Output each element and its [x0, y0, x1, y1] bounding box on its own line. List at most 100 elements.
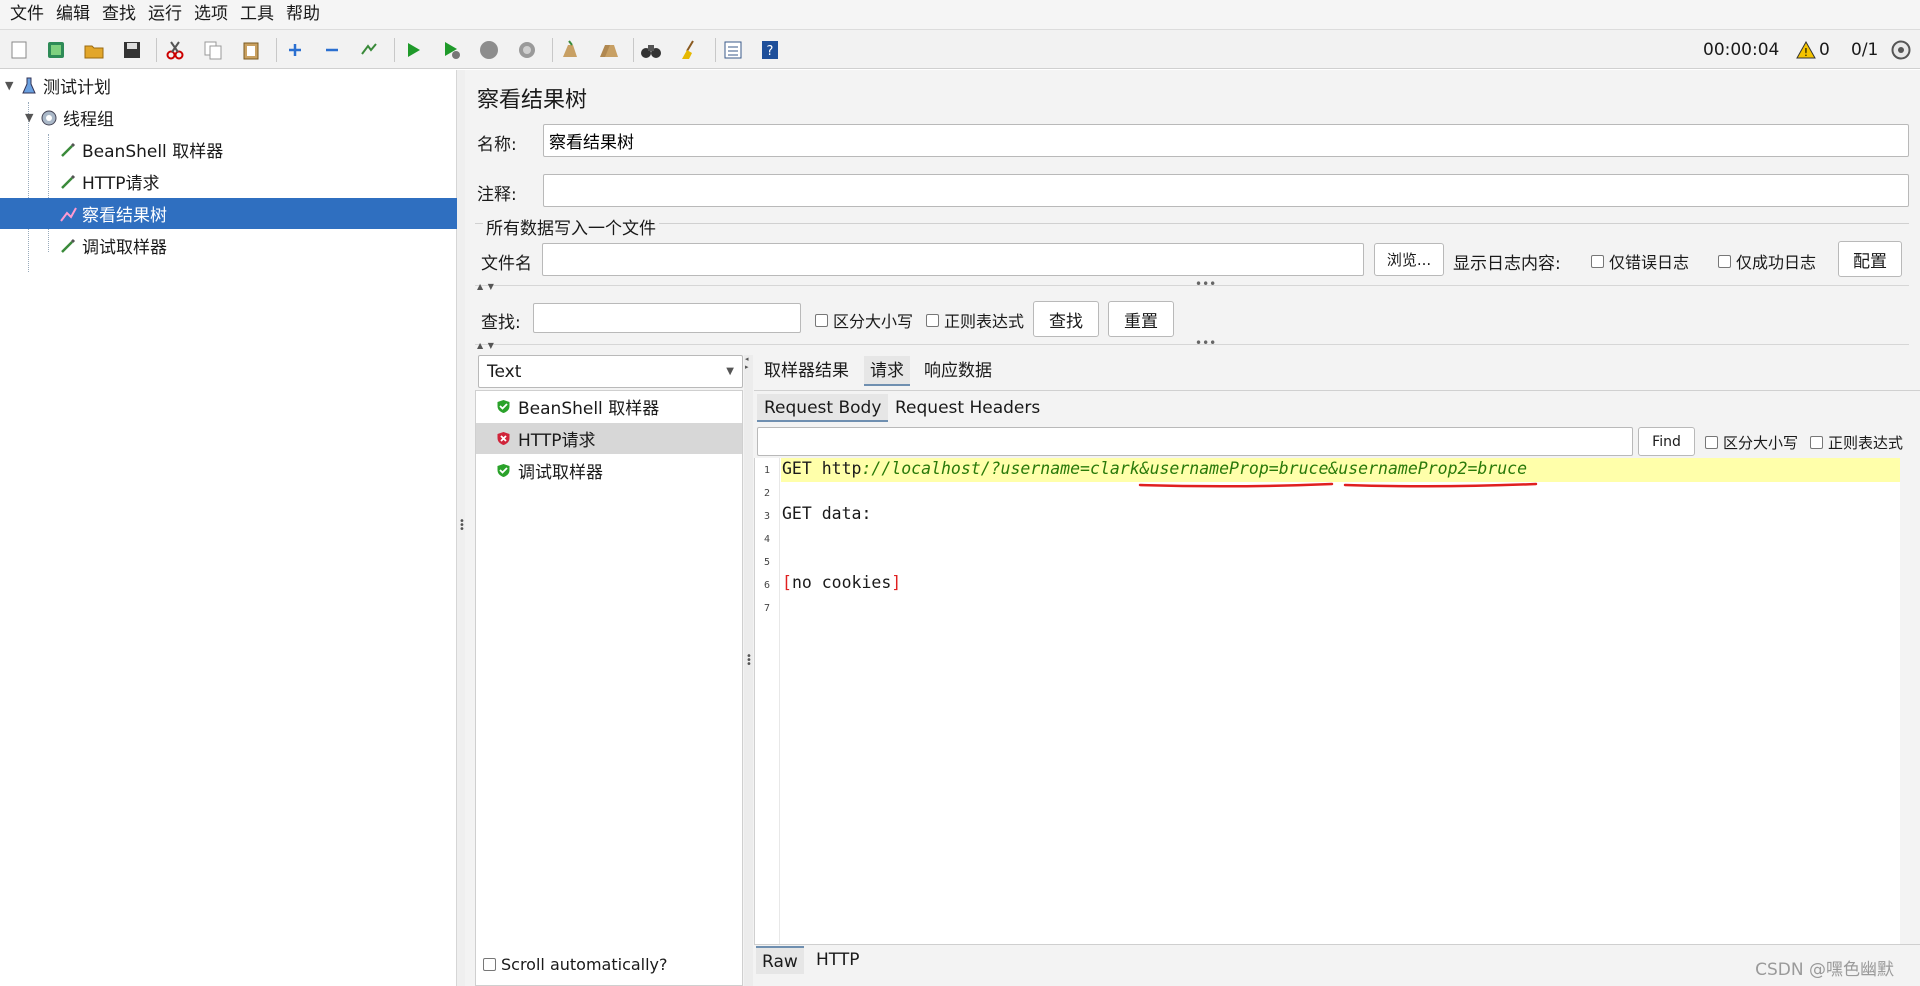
- flask-icon: [19, 76, 39, 96]
- cut-icon[interactable]: [163, 38, 187, 62]
- sample-result-list: BeanShell 取样器 HTTP请求 调试取样器: [475, 390, 743, 986]
- menu-options[interactable]: 选项: [188, 0, 234, 29]
- templates-icon[interactable]: [44, 38, 68, 62]
- paste-icon[interactable]: [239, 38, 263, 62]
- name-label: 名称:: [477, 135, 517, 155]
- binoculars-icon[interactable]: [639, 38, 663, 62]
- remove-icon[interactable]: [320, 38, 344, 62]
- success-shield-icon: [497, 464, 510, 477]
- result-item-beanshell[interactable]: BeanShell 取样器: [476, 391, 742, 422]
- menu-tools[interactable]: 工具: [234, 0, 280, 29]
- toggle-icon[interactable]: [357, 38, 381, 62]
- warning-count: 0: [1819, 40, 1830, 60]
- start-icon[interactable]: [401, 38, 425, 62]
- stop-icon[interactable]: [477, 38, 501, 62]
- editor-find-button[interactable]: Find: [1638, 427, 1695, 456]
- menu-help[interactable]: 帮助: [280, 0, 326, 29]
- editor-scrollbar[interactable]: [1900, 458, 1920, 944]
- help-icon[interactable]: ?: [758, 38, 782, 62]
- open-folder-icon[interactable]: [82, 38, 106, 62]
- gear-icon: [39, 108, 59, 128]
- function-helper-icon[interactable]: [721, 38, 745, 62]
- browse-button[interactable]: 浏览...: [1374, 243, 1444, 276]
- result-item-http-request[interactable]: HTTP请求: [476, 423, 742, 454]
- expand-arrow-icon[interactable]: ▼: [25, 111, 39, 124]
- menu-run[interactable]: 运行: [142, 0, 188, 29]
- name-input[interactable]: [543, 124, 1909, 157]
- tree-item-test-plan[interactable]: ▼ 测试计划: [0, 70, 457, 101]
- warning-indicator[interactable]: ! 0: [1796, 30, 1830, 70]
- tree-item-debug-sampler[interactable]: 调试取样器: [0, 230, 457, 261]
- chevron-down-icon: ▼: [726, 366, 734, 377]
- success-only-checkbox[interactable]: 仅成功日志: [1718, 249, 1816, 273]
- graph-icon: [58, 204, 78, 224]
- search-label: 查找:: [481, 313, 521, 333]
- search-divider[interactable]: ▲ ▼ •••: [475, 277, 1909, 291]
- tree-item-beanshell[interactable]: BeanShell 取样器: [0, 134, 457, 165]
- renderer-select[interactable]: Text ▼: [478, 355, 743, 388]
- detail-splitter[interactable]: ◂ ▸ • • •: [744, 355, 753, 986]
- log-display-label: 显示日志内容:: [1453, 254, 1561, 274]
- test-plan-tree: ▼ 测试计划 ▼ 线程组 BeanShell 取样器 HTTP请求 察看结果树 …: [0, 70, 457, 986]
- search-reset-button[interactable]: 重置: [1108, 301, 1174, 337]
- pipette-icon: [58, 172, 78, 192]
- errors-only-checkbox[interactable]: 仅错误日志: [1591, 249, 1689, 273]
- tree-item-thread-group[interactable]: ▼ 线程组: [0, 102, 457, 133]
- remote-status-icon[interactable]: [1889, 38, 1913, 62]
- code-line-3: GET data:: [782, 504, 872, 523]
- copy-icon[interactable]: [201, 38, 225, 62]
- search-input[interactable]: [533, 303, 801, 333]
- tab-sampler-result[interactable]: 取样器结果: [758, 356, 855, 386]
- tree-item-view-results-tree[interactable]: 察看结果树: [0, 198, 457, 229]
- pipette-icon: [58, 236, 78, 256]
- toolbar: ? 00:00:04 ! 0 0/1: [0, 29, 1920, 69]
- svg-text:?: ?: [767, 44, 774, 59]
- comment-input[interactable]: [543, 174, 1909, 207]
- page-title: 察看结果树: [477, 88, 588, 113]
- expand-arrow-icon[interactable]: ▼: [5, 79, 19, 92]
- comment-label: 注释:: [477, 185, 517, 205]
- elapsed-timer: 00:00:04: [1703, 40, 1780, 60]
- tab-response-data[interactable]: 响应数据: [918, 356, 998, 386]
- filename-label: 文件名: [481, 254, 532, 274]
- view-results-tree-panel: 察看结果树 名称: 注释: 所有数据写入一个文件 文件名 浏览... 显示日志内…: [465, 70, 1920, 986]
- result-item-debug-sampler[interactable]: 调试取样器: [476, 455, 742, 486]
- annotation-underlines: [1138, 482, 1538, 488]
- new-file-icon[interactable]: [7, 38, 31, 62]
- broom-icon[interactable]: [677, 38, 701, 62]
- results-divider[interactable]: ▲ ▼ •••: [475, 336, 1909, 350]
- menu-edit[interactable]: 编辑: [50, 0, 96, 29]
- filename-input[interactable]: [542, 243, 1364, 276]
- editor-regex-checkbox[interactable]: 正则表达式: [1810, 432, 1903, 453]
- menu-search[interactable]: 查找: [96, 0, 142, 29]
- tab-request-headers[interactable]: Request Headers: [888, 394, 1047, 422]
- shutdown-icon[interactable]: [515, 38, 539, 62]
- editor-find-input[interactable]: [757, 427, 1633, 456]
- save-icon[interactable]: [120, 38, 144, 62]
- start-no-pause-icon[interactable]: [439, 38, 463, 62]
- search-regex-checkbox[interactable]: 正则表达式: [926, 308, 1024, 332]
- clear-icon[interactable]: [558, 38, 582, 62]
- search-case-checkbox[interactable]: 区分大小写: [815, 308, 913, 332]
- tab-request-body[interactable]: Request Body: [757, 394, 889, 422]
- error-shield-icon: [497, 432, 510, 445]
- svg-text:!: !: [1804, 46, 1808, 59]
- menu-file[interactable]: 文件: [4, 0, 50, 29]
- search-find-button[interactable]: 查找: [1033, 301, 1099, 337]
- code-line-6: [no cookies]: [782, 573, 902, 592]
- thread-count: 0/1: [1851, 40, 1879, 60]
- tab-raw[interactable]: Raw: [756, 946, 804, 974]
- file-section-title: 所有数据写入一个文件: [483, 214, 659, 239]
- editor-case-checkbox[interactable]: 区分大小写: [1705, 432, 1798, 453]
- main-splitter[interactable]: • • •: [457, 70, 465, 986]
- request-body-editor[interactable]: 1 GET http://localhost/?username=clark&u…: [754, 458, 1901, 944]
- clear-all-icon[interactable]: [596, 38, 620, 62]
- tab-http[interactable]: HTTP: [810, 946, 866, 974]
- scroll-auto-checkbox[interactable]: Scroll automatically?: [483, 955, 668, 974]
- add-icon[interactable]: [283, 38, 307, 62]
- tab-request[interactable]: 请求: [864, 356, 910, 386]
- success-shield-icon: [497, 400, 510, 413]
- configure-button[interactable]: 配置: [1838, 241, 1902, 277]
- watermark: CSDN @嘿色幽默: [1755, 960, 1894, 980]
- tree-item-http-request[interactable]: HTTP请求: [0, 166, 457, 197]
